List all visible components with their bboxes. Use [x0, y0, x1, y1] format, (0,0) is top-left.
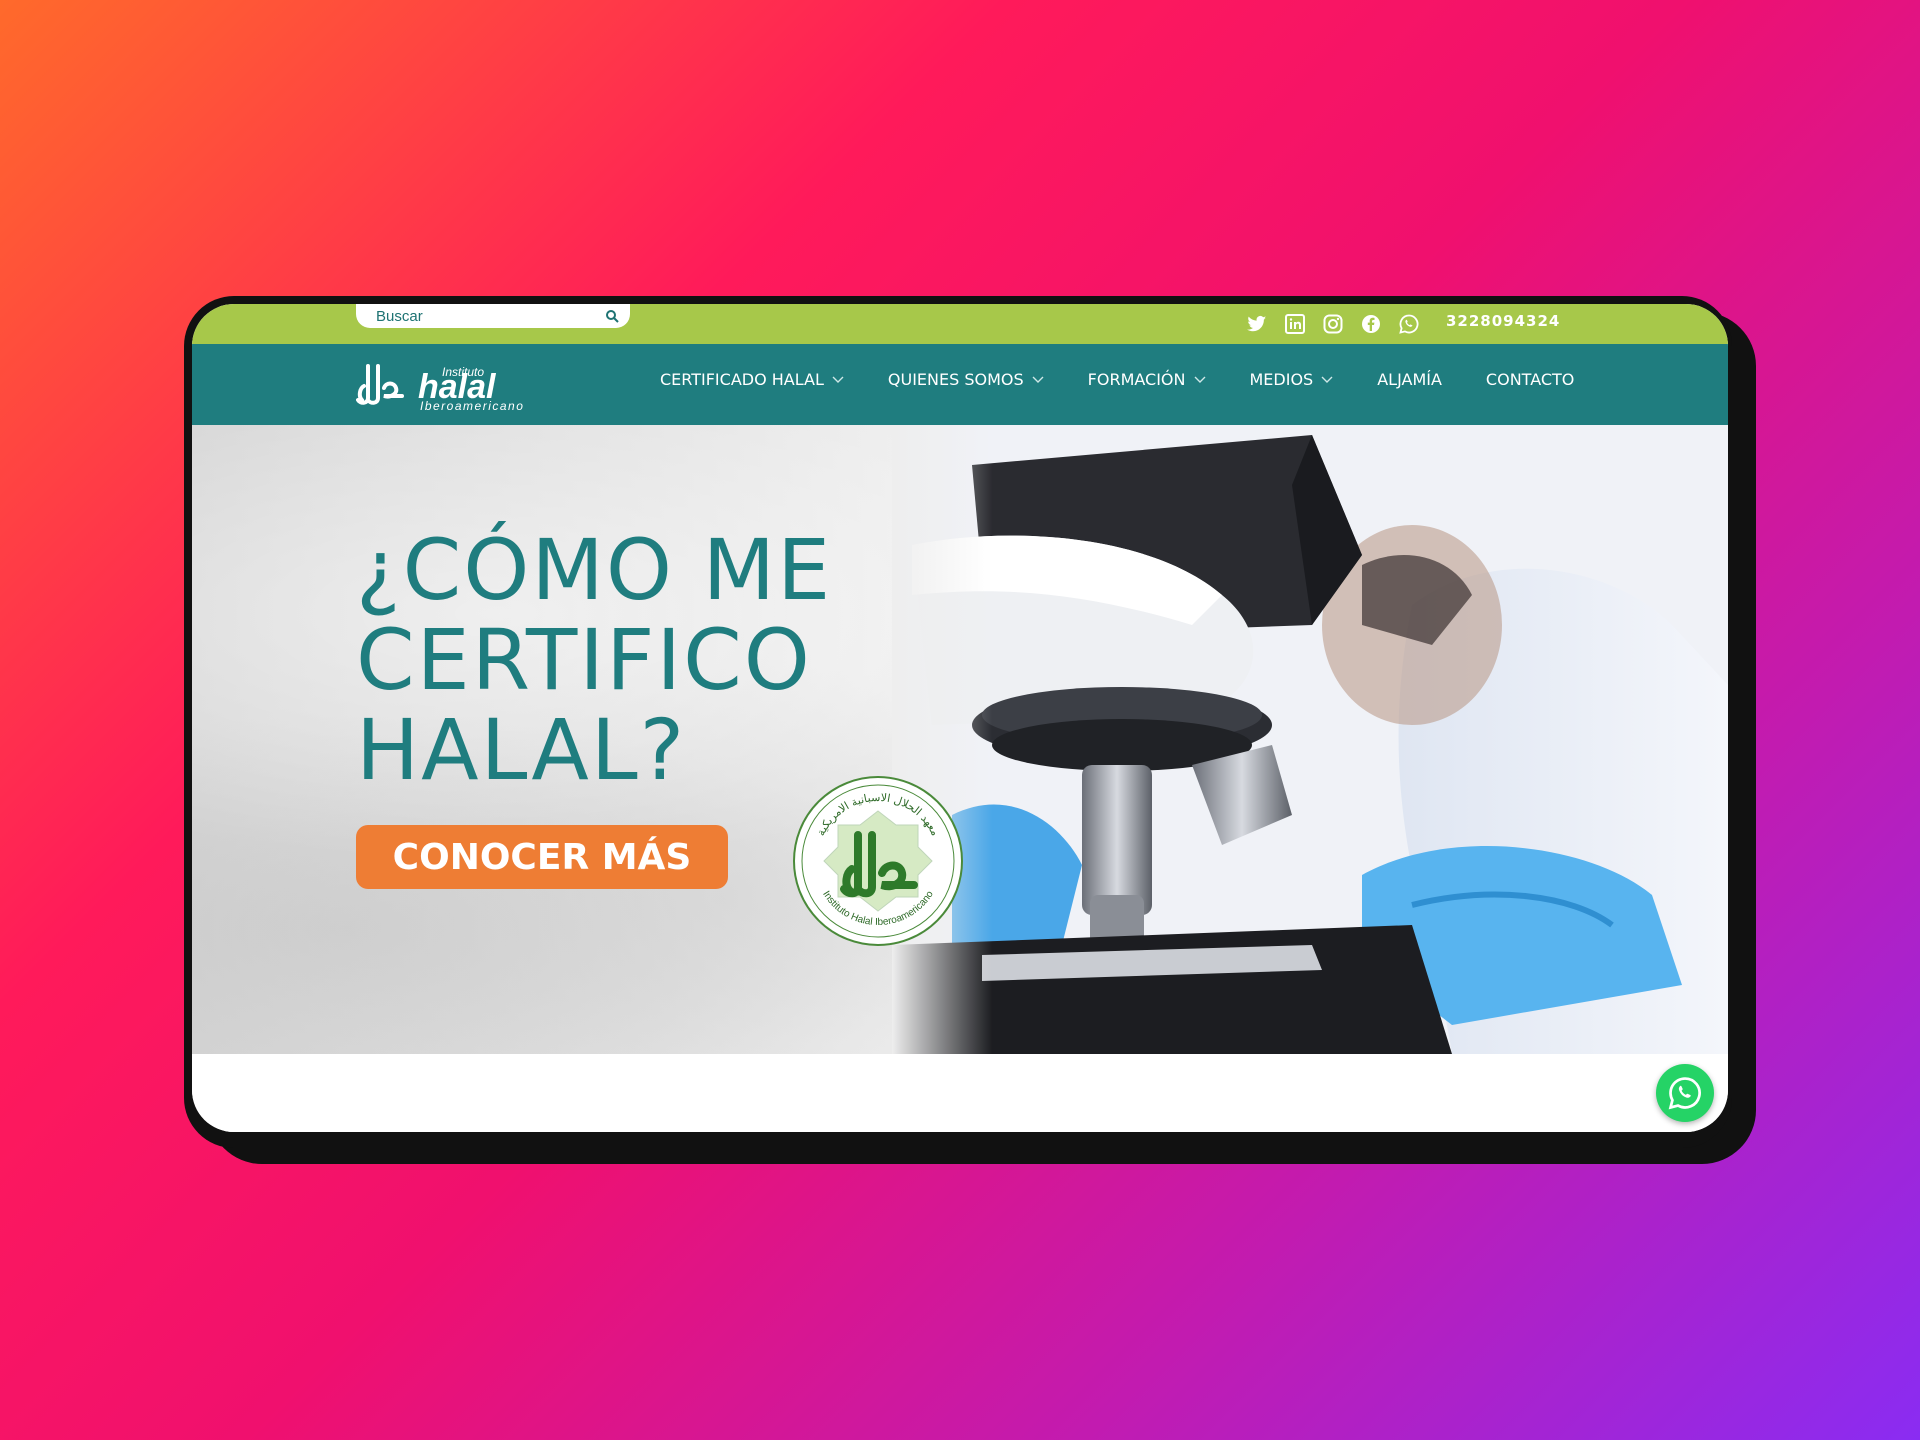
nav-item-contacto[interactable]: CONTACTO — [1486, 370, 1574, 389]
linkedin-icon[interactable] — [1284, 313, 1306, 335]
nav-item-aljamia[interactable]: ALJAMÍA — [1377, 370, 1442, 389]
conocer-mas-button[interactable]: CONOCER MÁS — [356, 825, 728, 889]
nav-item-formacion[interactable]: FORMACIÓN — [1088, 370, 1206, 389]
hero-banner: ¿CÓMO ME CERTIFICO HALAL? CONOCER MÁS مع… — [192, 425, 1728, 1054]
halal-seal-logo: معهد الحلال الاسبانية الامريكية Institut… — [793, 776, 963, 946]
chevron-down-icon — [832, 376, 844, 383]
nav-item-medios[interactable]: MEDIOS — [1250, 370, 1334, 389]
chevron-down-icon — [1032, 376, 1044, 383]
twitter-icon[interactable] — [1246, 313, 1268, 335]
headline-line-2: CERTIFICO — [356, 611, 812, 709]
content-area-blank — [192, 1054, 1728, 1132]
search-input[interactable] — [374, 306, 604, 326]
nav-item-label: ALJAMÍA — [1377, 370, 1442, 389]
website-screen: 3228094324 Instituto halal Iberoamerican… — [192, 304, 1728, 1132]
top-bar: 3228094324 — [192, 304, 1728, 344]
headline-line-3: HALAL? — [356, 701, 687, 799]
facebook-icon[interactable] — [1360, 313, 1382, 335]
instagram-icon[interactable] — [1322, 313, 1344, 335]
main-navbar: Instituto halal Iberoamericano CERTIFICA… — [192, 344, 1728, 425]
search-box[interactable] — [356, 304, 630, 328]
chevron-down-icon — [1321, 376, 1333, 383]
whatsapp-icon — [1668, 1077, 1701, 1110]
search-icon[interactable] — [604, 308, 620, 324]
hero-headline: ¿CÓMO ME CERTIFICO HALAL? — [356, 525, 832, 795]
microscope-lab-image — [892, 425, 1728, 1054]
chevron-down-icon — [1194, 376, 1205, 383]
brand-logo[interactable]: Instituto halal Iberoamericano — [356, 358, 576, 413]
nav-item-certificado-halal[interactable]: CERTIFICADO HALAL — [660, 370, 844, 389]
whatsapp-icon[interactable] — [1398, 313, 1420, 335]
nav-item-label: MEDIOS — [1249, 370, 1314, 389]
logo-sub-text: Iberoamericano — [420, 399, 524, 412]
nav-item-label: QUIENES SOMOS — [887, 370, 1024, 389]
nav-item-label: FORMACIÓN — [1087, 370, 1186, 389]
headline-line-1: ¿CÓMO ME — [356, 521, 833, 619]
nav-item-quienes-somos[interactable]: QUIENES SOMOS — [888, 370, 1044, 389]
phone-number[interactable]: 3228094324 — [1446, 312, 1560, 330]
whatsapp-float-button[interactable] — [1656, 1064, 1714, 1122]
nav-item-label: CONTACTO — [1485, 370, 1575, 389]
nav-item-label: CERTIFICADO HALAL — [660, 370, 824, 389]
social-links — [1246, 310, 1420, 338]
main-menu: CERTIFICADO HALAL QUIENES SOMOS FORMACIÓ… — [660, 370, 1618, 389]
